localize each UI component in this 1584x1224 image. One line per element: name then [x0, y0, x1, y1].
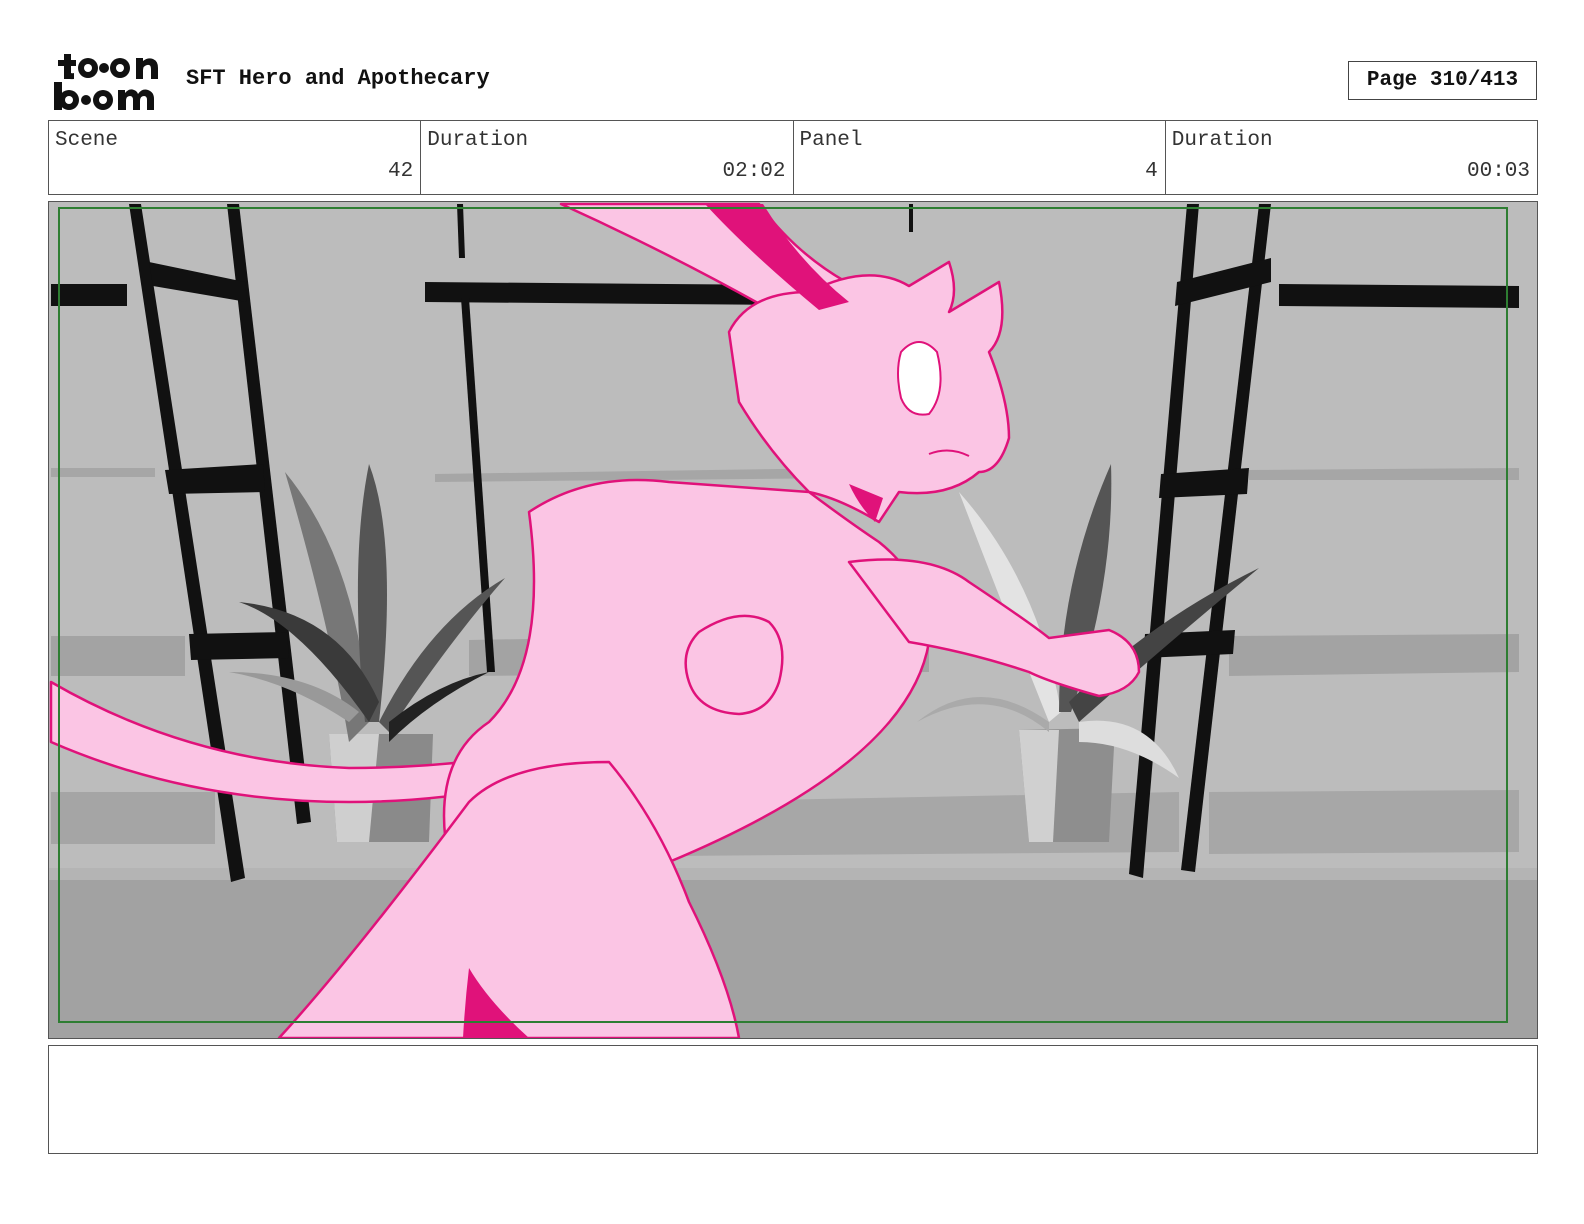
panel-duration-cell: Duration 00:03: [1166, 121, 1537, 194]
panel-duration-value: 00:03: [1466, 160, 1530, 183]
panel-value: 4: [1145, 160, 1158, 183]
panel-cell: Panel 4: [794, 121, 1166, 194]
scene-duration-cell: Duration 02:02: [421, 121, 794, 194]
panel-info-row: Scene 42 Duration 02:02 Panel 4 Duration…: [48, 120, 1538, 195]
storyboard-panel-image: [48, 201, 1538, 1039]
toonboom-logo-mark: [54, 54, 158, 110]
scene-duration-value: 02:02: [722, 160, 786, 183]
scene-label: Scene: [55, 129, 119, 152]
panel-label: Panel: [799, 129, 863, 152]
page-indicator: Page 310/413: [1348, 61, 1537, 100]
scene-cell: Scene 42: [49, 121, 422, 194]
scene-duration-label: Duration: [427, 129, 529, 152]
panel-notes-box: [48, 1045, 1538, 1154]
scene-value: 42: [388, 160, 414, 183]
toonboom-logo: [52, 52, 164, 112]
panel-duration-label: Duration: [1171, 129, 1273, 152]
project-title: SFT Hero and Apothecary: [186, 66, 490, 91]
storyboard-drawing: [49, 202, 1537, 1038]
